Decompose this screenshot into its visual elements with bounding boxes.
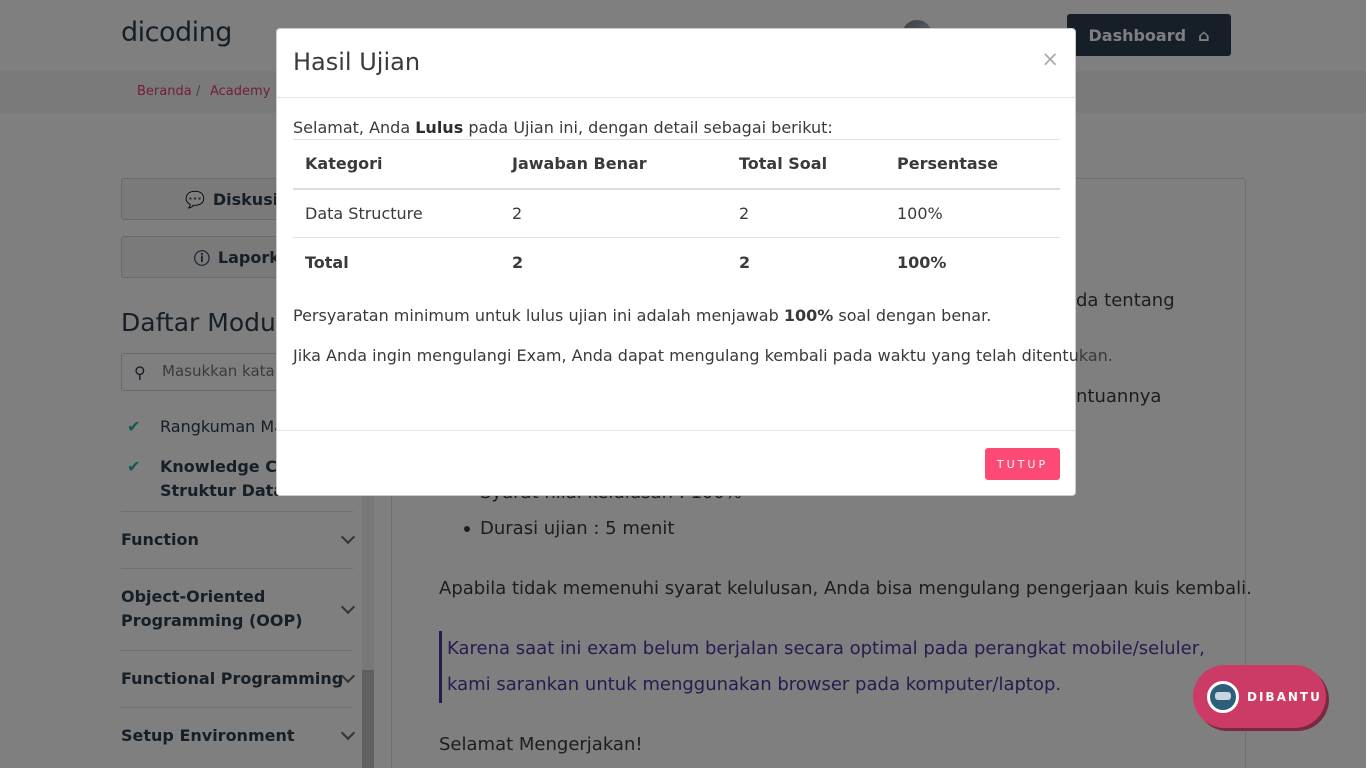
column-header: Persentase	[885, 139, 1060, 190]
table-cell: 100%	[885, 188, 1060, 238]
column-header: Kategori	[293, 139, 500, 190]
requirement-text: Persyaratan minimum untuk lulus ujian in…	[293, 306, 779, 325]
table-cell: Total	[305, 252, 349, 272]
table-cell: Data Structure	[293, 188, 500, 238]
intro-text: Selamat, Anda	[293, 118, 411, 137]
retry-note: Jika Anda ingin mengulangi Exam, Anda da…	[293, 346, 1113, 365]
result-intro: Selamat, Anda Lulus pada Ujian ini, deng…	[293, 118, 833, 137]
table-cell: 2	[739, 252, 751, 272]
exam-result-modal: Hasil Ujian × Selamat, Anda Lulus pada U…	[276, 28, 1113, 496]
requirement-value: 100%	[783, 306, 834, 325]
modal-title: Hasil Ujian	[293, 48, 421, 76]
table-total-row: Total 2 2 100%	[293, 238, 1060, 287]
column-header: Jawaban Benar	[500, 139, 727, 190]
close-button[interactable]: TUTUP	[985, 448, 1060, 480]
modal-header: Hasil Ujian ×	[277, 29, 1075, 98]
result-table: Kategori Jawaban Benar Total Soal Persen…	[293, 139, 1060, 287]
requirement-text: soal dengan benar.	[838, 306, 992, 325]
table-cell: 100%	[897, 252, 947, 272]
column-header: Total Soal	[727, 139, 885, 190]
table-row: Data Structure 2 2 100%	[293, 188, 1060, 238]
table-cell: 2	[512, 252, 524, 272]
close-icon[interactable]: ×	[1041, 47, 1059, 71]
help-chat-button[interactable]: DIBANTU	[1193, 665, 1326, 728]
help-chat-label: DIBANTU	[1247, 689, 1322, 704]
table-header-row: Kategori Jawaban Benar Total Soal Persen…	[293, 139, 1060, 190]
pass-status: Lulus	[415, 118, 464, 137]
requirement-note: Persyaratan minimum untuk lulus ujian in…	[293, 306, 991, 325]
table-cell: 2	[500, 188, 727, 238]
intro-text: pada Ujian ini, dengan detail sebagai be…	[468, 118, 833, 137]
table-cell: 2	[727, 188, 885, 238]
modal-footer	[277, 430, 1075, 431]
robot-face-icon	[1207, 680, 1239, 713]
